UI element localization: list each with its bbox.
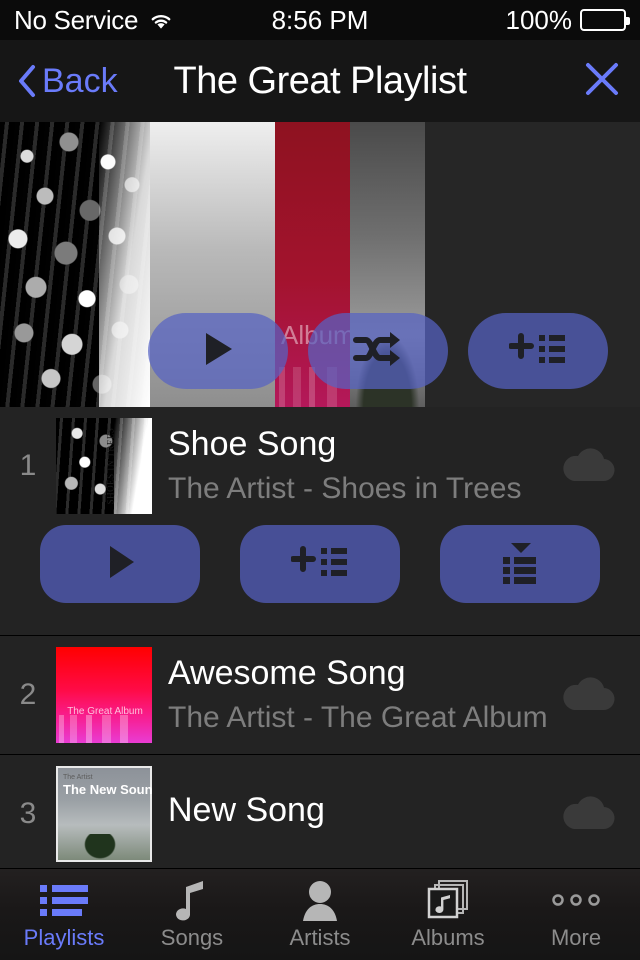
song-text-block: Awesome Song The Artist - The Great Albu… [152,654,552,735]
cloud-download-button[interactable] [552,671,626,720]
play-icon [100,540,140,589]
list-icon [38,879,90,921]
artwork-album-label: SHOES IN TREES [105,427,116,505]
table-row[interactable]: 1 SHOES IN TREES Shoe Song The Artist - … [0,407,640,636]
tab-label: Albums [411,924,485,950]
cloud-icon [557,671,621,720]
add-to-list-icon [508,329,567,374]
music-app-screen: No Service 8:56 PM 100% Back The Great P… [0,0,640,960]
status-bar-right: 100% [505,4,630,36]
tab-label: More [550,924,602,950]
play-all-button[interactable] [148,313,288,389]
table-row[interactable]: 3 The Artist The New Sound New Song [0,755,640,868]
nav-bar: Back The Great Playlist [0,40,640,122]
status-bar-left: No Service [14,5,174,36]
person-icon [299,879,341,921]
close-x-icon [580,57,624,106]
add-all-to-playlist-button[interactable] [468,313,608,389]
album-artwork-thumbnail: The Great Album [56,647,152,743]
play-next-icon [491,539,549,590]
battery-percent-label: 100% [505,4,573,35]
album-artwork-thumbnail: SHOES IN TREES [56,418,152,514]
play-song-next-button[interactable] [440,525,600,603]
song-title: Shoe Song [168,425,337,464]
song-row-summary[interactable]: 3 The Artist The New Sound New Song [0,755,640,868]
playlist-artwork-header: THE ARTIST SHOES IN TREES Album [0,122,640,407]
cloud-download-button[interactable] [552,790,626,839]
song-subtitle: The Artist - The Great Album [168,700,548,734]
albums-stack-icon [425,879,471,921]
track-number: 2 [19,678,37,711]
tab-label: Songs [160,924,224,950]
back-button[interactable]: Back [16,62,118,101]
song-row-summary[interactable]: 2 The Great Album Awesome Song The Artis… [0,636,640,754]
cloud-icon [557,442,621,491]
track-number: 3 [19,797,37,830]
skyline-silhouette [56,715,152,743]
song-title: Awesome Song [168,654,406,693]
artwork-album-label: The New Sound [63,782,152,797]
play-song-button[interactable] [40,525,200,603]
tab-playlists[interactable]: Playlists [0,869,128,960]
chevron-left-icon [16,64,38,98]
back-button-label: Back [42,61,118,100]
close-button[interactable] [580,59,624,103]
song-list[interactable]: 1 SHOES IN TREES Shoe Song The Artist - … [0,407,640,868]
track-number: 1 [19,449,37,482]
album-artwork-thumbnail: The Artist The New Sound [56,766,152,862]
song-row-summary[interactable]: 1 SHOES IN TREES Shoe Song The Artist - … [0,407,640,525]
song-action-row [0,525,640,635]
tab-bar: Playlists Songs Artists Albums More [0,868,640,960]
play-icon [198,327,238,376]
tree-silhouette [83,834,118,860]
ellipsis-icon [551,879,601,921]
tab-songs[interactable]: Songs [128,869,256,960]
table-row[interactable]: 2 The Great Album Awesome Song The Artis… [0,636,640,755]
battery-full-icon [580,9,630,31]
header-action-row [0,313,640,389]
tab-artists[interactable]: Artists [256,869,384,960]
tab-label: Playlists [23,924,105,950]
status-bar: No Service 8:56 PM 100% [0,0,640,40]
song-text-block: New Song [152,791,552,836]
shuffle-all-button[interactable] [308,313,448,389]
tab-more[interactable]: More [512,869,640,960]
tab-albums[interactable]: Albums [384,869,512,960]
music-note-icon [170,879,214,921]
carrier-label: No Service [14,4,139,35]
artwork-artist-label: The Artist [63,774,93,781]
wifi-icon [148,10,174,30]
song-title: New Song [168,791,325,830]
song-subtitle: The Artist - Shoes in Trees [168,471,522,505]
add-song-to-playlist-button[interactable] [240,525,400,603]
cloud-download-button[interactable] [552,442,626,491]
add-to-list-icon [290,542,349,587]
tab-label: Artists [289,924,351,950]
song-text-block: Shoe Song The Artist - Shoes in Trees [152,425,552,506]
shuffle-icon [352,329,404,374]
cloud-icon [557,790,621,839]
